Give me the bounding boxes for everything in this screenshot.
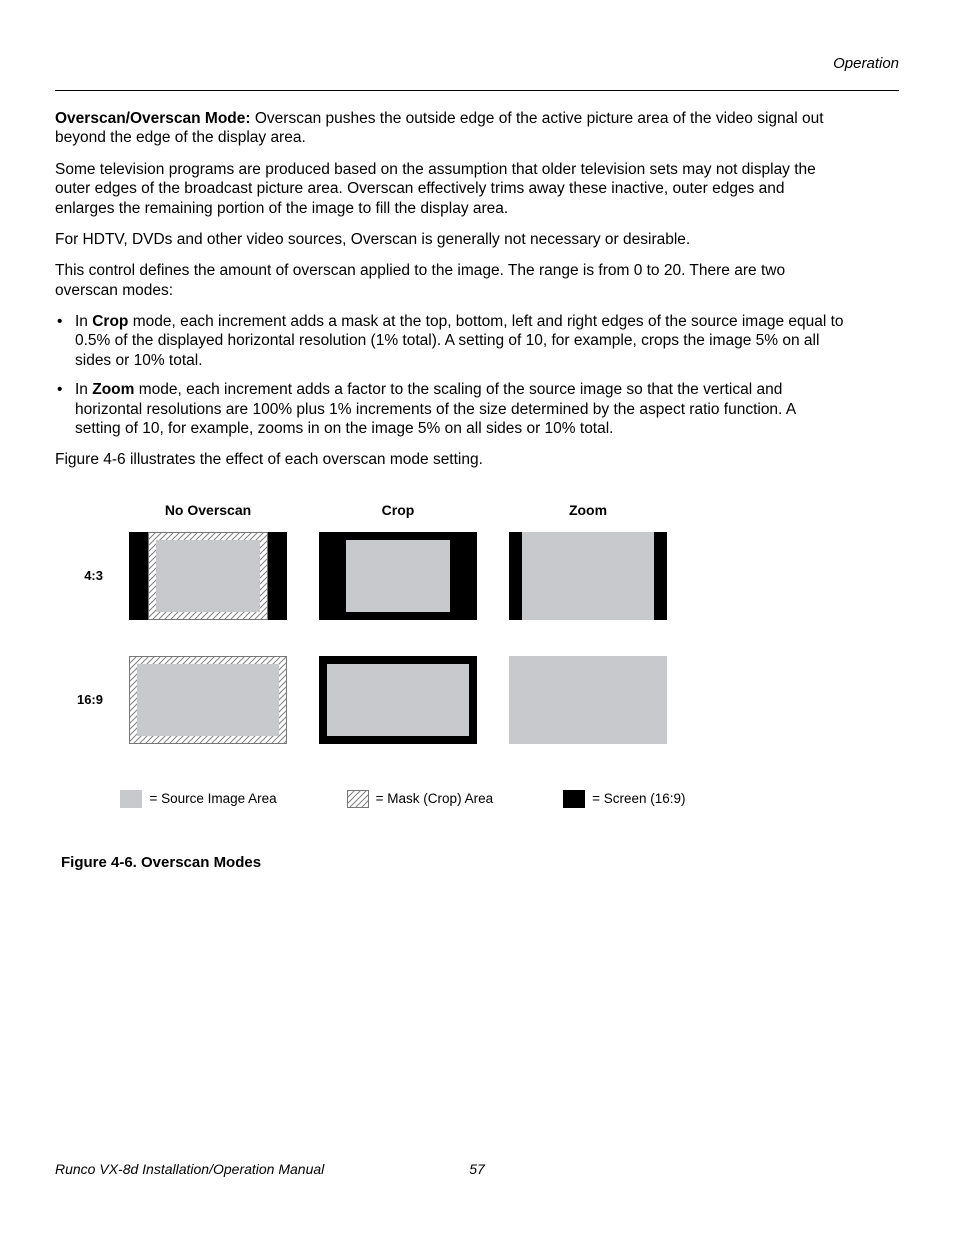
figure-row-16-9: 16:9 xyxy=(61,656,899,744)
thumb-4-3-zoom xyxy=(509,532,667,620)
legend-source-image: = Source Image Area xyxy=(120,790,276,808)
figure-row-4-3: 4:3 xyxy=(61,532,899,620)
bullet1-bold: Crop xyxy=(92,313,128,330)
section-header: Operation xyxy=(55,55,899,72)
figure-4-6: No Overscan Crop Zoom 4:3 xyxy=(61,502,899,871)
legend1-text: = Source Image Area xyxy=(149,791,276,806)
bullet2-post: mode, each increment adds a factor to th… xyxy=(75,381,795,437)
body-text: Overscan/Overscan Mode: Overscan pushes … xyxy=(55,109,845,470)
footer-doc-title: Runco VX-8d Installation/Operation Manua… xyxy=(55,1161,324,1177)
col-header-no-overscan: No Overscan xyxy=(113,502,303,518)
swatch-black-icon xyxy=(563,790,585,808)
figure-legend: = Source Image Area = Mask (Crop) Area =… xyxy=(113,780,693,818)
thumb-16-9-no-overscan xyxy=(129,656,287,744)
overscan-mode-list: In Crop mode, each increment adds a mask… xyxy=(55,312,845,438)
swatch-hatch-icon xyxy=(347,790,369,808)
page-footer: Runco VX-8d Installation/Operation Manua… xyxy=(55,1161,899,1177)
para-overscan-intro: Overscan/Overscan Mode: Overscan pushes … xyxy=(55,109,845,148)
figure-caption: Figure 4-6. Overscan Modes xyxy=(61,854,899,871)
para5: Figure 4-6 illustrates the effect of eac… xyxy=(55,450,845,469)
row-label-4-3: 4:3 xyxy=(61,568,113,583)
legend-mask-area: = Mask (Crop) Area xyxy=(347,790,493,808)
para4: This control defines the amount of overs… xyxy=(55,261,845,300)
col-header-zoom: Zoom xyxy=(493,502,683,518)
bullet1-pre: In xyxy=(75,313,92,330)
legend-screen: = Screen (16:9) xyxy=(563,790,685,808)
figure-column-headers: No Overscan Crop Zoom xyxy=(61,502,899,518)
bullet-zoom: In Zoom mode, each increment adds a fact… xyxy=(55,380,845,438)
overscan-mode-label: Overscan/Overscan Mode: xyxy=(55,110,251,127)
col-header-crop: Crop xyxy=(303,502,493,518)
swatch-gray-icon xyxy=(120,790,142,808)
thumb-4-3-crop xyxy=(319,532,477,620)
thumb-4-3-no-overscan xyxy=(129,532,287,620)
legend2-text: = Mask (Crop) Area xyxy=(376,791,493,806)
thumb-16-9-zoom xyxy=(509,656,667,744)
bullet-crop: In Crop mode, each increment adds a mask… xyxy=(55,312,845,370)
bullet1-post: mode, each increment adds a mask at the … xyxy=(75,313,844,369)
row-label-16-9: 16:9 xyxy=(61,692,113,707)
bullet2-bold: Zoom xyxy=(92,381,134,398)
thumb-16-9-crop xyxy=(319,656,477,744)
header-rule xyxy=(55,90,899,91)
bullet2-pre: In xyxy=(75,381,92,398)
para2: Some television programs are produced ba… xyxy=(55,160,845,218)
footer-page-number: 57 xyxy=(469,1161,485,1177)
para3: For HDTV, DVDs and other video sources, … xyxy=(55,230,845,249)
legend3-text: = Screen (16:9) xyxy=(592,791,685,806)
